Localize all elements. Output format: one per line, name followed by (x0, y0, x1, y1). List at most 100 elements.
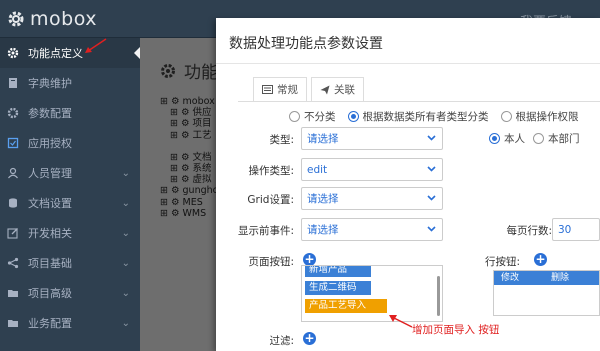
app-logo[interactable]: mobox (6, 8, 97, 30)
chevron-down-icon (427, 166, 436, 172)
gear-icon (7, 47, 19, 59)
table-header-cell[interactable]: 删除 (544, 271, 594, 285)
chevron-down-icon: ⌄ (121, 318, 130, 329)
param-settings-modal: 数据处理功能点参数设置 常规 关联 不分类 根据数据类所有者类型分类 根据操作权… (216, 18, 600, 351)
list-item[interactable]: 新增产品 (305, 266, 371, 277)
list-item[interactable]: 生成二维码 (305, 281, 371, 295)
tree-node[interactable]: ⊞ ⚙ mobox (160, 96, 218, 107)
tree-node[interactable]: ⊞ ⚙ 项目 (160, 118, 218, 129)
sidebar-item-label: 人员管理 (28, 167, 72, 180)
tree-node[interactable]: ⊞ ⚙ gunghc (160, 185, 218, 196)
sidebar-item-user-mgmt[interactable]: 人员管理 ⌄ (0, 158, 140, 188)
pre-event-label: 显示前事件: (237, 225, 294, 237)
add-filter-icon[interactable]: + (303, 332, 316, 345)
type-select[interactable]: 请选择 (301, 127, 443, 150)
annotation-text: 增加页面导入 按钮 (412, 324, 500, 336)
grid-select[interactable]: 请选择 (301, 187, 443, 210)
send-icon (320, 85, 330, 94)
tree-node[interactable]: ⊞ ⚙ 虚拟 (160, 174, 218, 185)
table-header: 修改 删除 (494, 271, 599, 285)
annotation-arrow-icon (85, 38, 107, 53)
gear-icon (7, 107, 19, 119)
tree-node[interactable]: ⊞ ⚙ WMS (160, 208, 218, 219)
page-buttons-label: 页面按钮: (248, 256, 294, 268)
modal-title: 数据处理功能点参数设置 (229, 36, 383, 52)
sidebar-item-label: 开发相关 (28, 227, 72, 240)
tree-node[interactable]: ⊞ ⚙ MES (160, 197, 218, 208)
radio-by-permission[interactable]: 根据操作权限 (500, 109, 579, 124)
pre-event-select[interactable]: 请选择 (301, 218, 443, 241)
gear-icon (161, 63, 175, 78)
sidebar-item-label: 应用授权 (28, 137, 72, 150)
radio-dot (289, 111, 300, 122)
annotation-arrow-icon (389, 315, 413, 328)
list-item-selected[interactable]: 产品工艺导入 (305, 299, 387, 313)
page-size-input[interactable]: 30 (552, 218, 600, 241)
type-label: 类型: (269, 134, 294, 146)
chevron-down-icon: ⌄ (121, 198, 130, 209)
sidebar-item-dev[interactable]: 开发相关 ⌄ (0, 218, 140, 248)
share-icon (7, 257, 19, 269)
row-buttons-label: 行按钮: (484, 256, 520, 268)
tab-general[interactable]: 常规 (253, 77, 307, 101)
select-value: 请选择 (307, 224, 339, 236)
page-buttons-list[interactable]: 新增产品 生成二维码 产品工艺导入 (301, 265, 443, 322)
page-size-label: 每页行数: (506, 225, 552, 237)
chevron-down-icon (427, 135, 436, 141)
radio-label: 本部门 (548, 133, 580, 145)
sidebar-item-dictionary[interactable]: 字典维护 (0, 68, 140, 98)
radio-no-classify[interactable]: 不分类 (289, 109, 336, 124)
radio-label: 根据数据类所有者类型分类 (362, 111, 489, 123)
tree-node[interactable]: ⊞ ⚙ 供应 (160, 107, 218, 118)
tree-node[interactable]: ⊞ ⚙ 文档 (160, 152, 218, 163)
tab-relation[interactable]: 关联 (311, 77, 364, 101)
sidebar-item-function-def[interactable]: 功能点定义 (0, 38, 140, 68)
chevron-down-icon (427, 195, 436, 201)
add-row-button-icon[interactable]: + (534, 253, 547, 266)
gear-logo-icon (8, 11, 24, 27)
tree-node[interactable]: ⊞ ⚙ 工艺 (160, 130, 218, 141)
sidebar-item-label: 项目高级 (28, 287, 72, 300)
radio-by-owner-type[interactable]: 根据数据类所有者类型分类 (347, 109, 489, 124)
select-value: 请选择 (307, 193, 339, 205)
sidebar-item-label: 项目基础 (28, 257, 72, 270)
chevron-down-icon: ⌄ (121, 258, 130, 269)
sidebar-item-project-basic[interactable]: 项目基础 ⌄ (0, 248, 140, 278)
folder-icon (8, 290, 18, 297)
brand-name: mobox (30, 8, 97, 30)
radio-self[interactable]: 本人 (489, 131, 525, 146)
grid-label: Grid设置: (247, 194, 294, 206)
sidebar-item-project-adv[interactable]: 项目高级 ⌄ (0, 278, 140, 308)
radio-dot (500, 111, 512, 122)
sidebar-item-doc-settings[interactable]: 文档设置 ⌄ (0, 188, 140, 218)
authorize-icon (7, 137, 19, 149)
database-icon (9, 198, 17, 208)
op-type-select[interactable]: edit (301, 158, 443, 181)
book-icon (9, 78, 17, 88)
sidebar-item-label: 参数配置 (28, 107, 72, 120)
scrollbar[interactable] (437, 276, 440, 316)
edit-icon (7, 228, 18, 239)
tab-label: 常规 (277, 84, 298, 96)
folder-icon (8, 320, 18, 327)
radio-dot (533, 133, 544, 144)
row-buttons-table: 修改 删除 (493, 270, 600, 316)
op-type-label: 操作类型: (248, 165, 294, 177)
sidebar-item-label: 字典维护 (28, 77, 72, 90)
radio-dot (347, 111, 359, 122)
tree-node[interactable]: ⊞ ⚙ 系统 (160, 163, 218, 174)
sidebar-item-params[interactable]: 参数配置 (0, 98, 140, 128)
table-header-cell[interactable]: 修改 (494, 271, 544, 285)
select-value: 请选择 (307, 133, 339, 145)
sidebar-item-app-auth[interactable]: 应用授权 (0, 128, 140, 158)
sidebar: 功能点定义 字典维护 参数配置 应用授权 人员管理 ⌄ 文档设置 ⌄ 开发相关 … (0, 38, 140, 351)
chevron-down-icon (427, 226, 436, 232)
radio-label: 不分类 (304, 111, 336, 123)
page-title-text: 功能 (184, 63, 218, 83)
tab-label: 关联 (334, 84, 355, 96)
radio-department[interactable]: 本部门 (533, 131, 580, 146)
sidebar-item-business[interactable]: 业务配置 ⌄ (0, 308, 140, 338)
radio-dot (489, 133, 500, 144)
sidebar-item-label: 功能点定义 (28, 47, 83, 60)
sidebar-item-label: 业务配置 (28, 317, 72, 330)
